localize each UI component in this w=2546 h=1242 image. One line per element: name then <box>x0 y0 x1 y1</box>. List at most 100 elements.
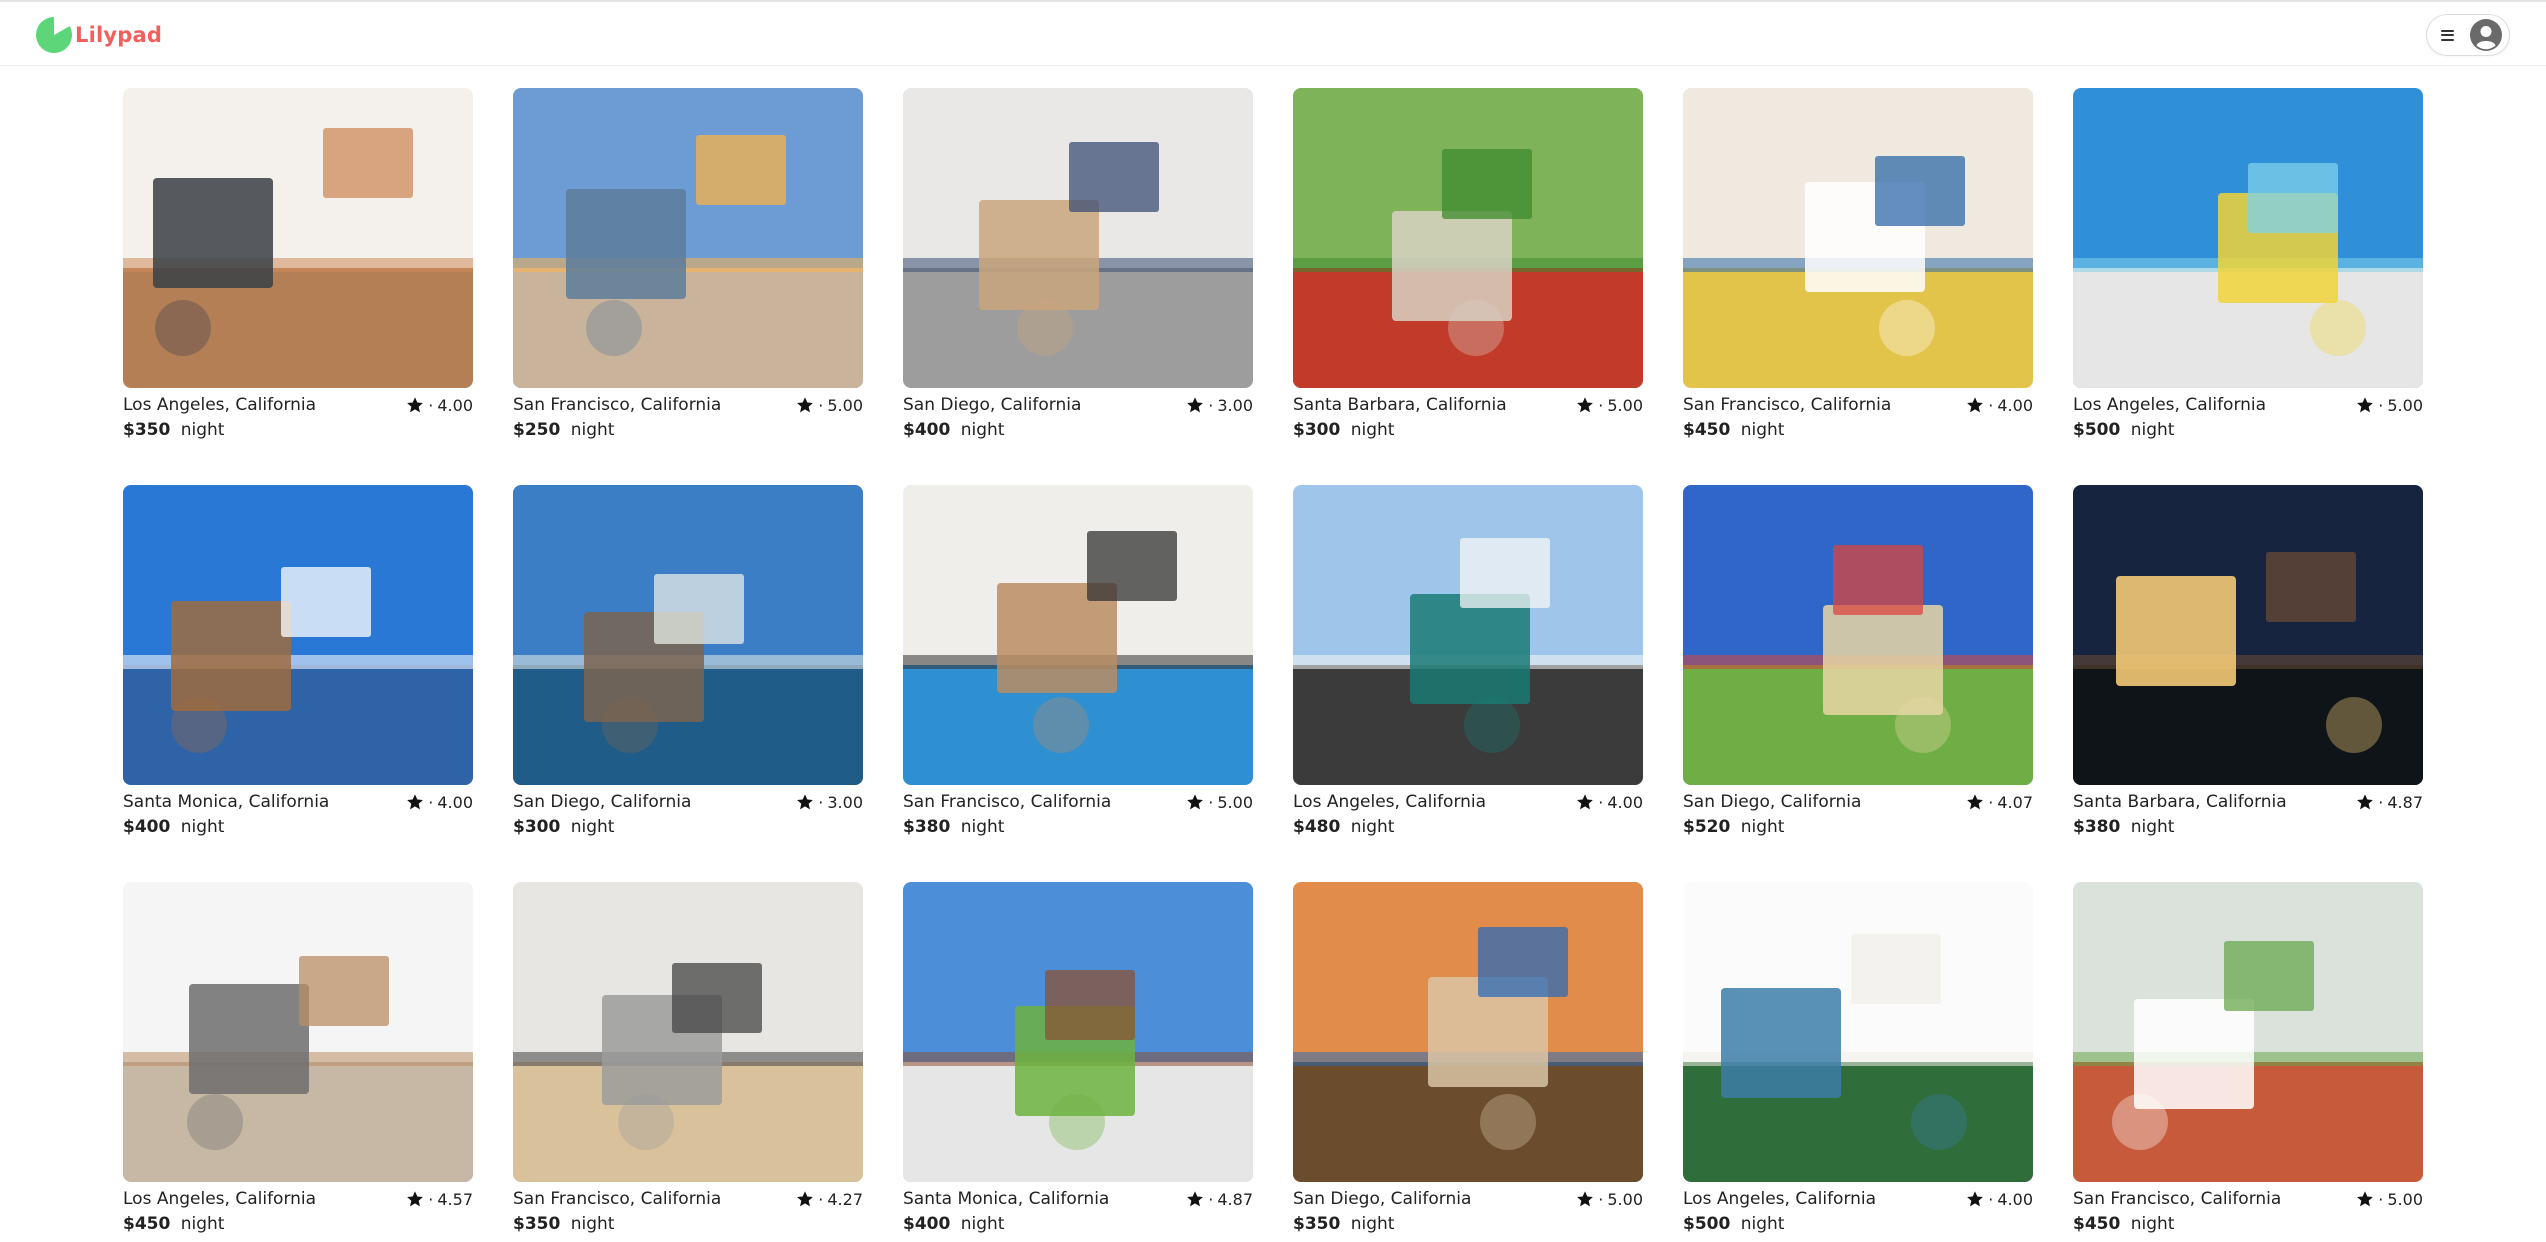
price-unit: night <box>960 420 1005 440</box>
listing-photo[interactable] <box>2073 88 2423 388</box>
listing-location: San Francisco, California <box>513 395 722 415</box>
rating-separator: · <box>1598 395 1604 415</box>
listing-card[interactable]: San Francisco, California · 5.00 $450 ni… <box>2073 882 2423 1242</box>
listings-grid: Los Angeles, California · 4.00 $350 nigh… <box>123 88 2423 1238</box>
listing-rating: · 4.27 <box>796 1190 863 1209</box>
rating-value: 5.00 <box>2387 395 2423 415</box>
listing-photo[interactable] <box>513 882 863 1182</box>
listing-price: $300 <box>513 817 561 837</box>
rating-value: 4.87 <box>1217 1189 1253 1209</box>
listing-rating: · 4.07 <box>1966 793 2033 812</box>
price-unit: night <box>1740 1214 1785 1234</box>
listing-photo[interactable] <box>903 485 1253 785</box>
listing-info: San Francisco, California · 5.00 <box>903 791 1253 813</box>
listing-card[interactable]: Los Angeles, California · 4.57 $450 nigh… <box>123 882 473 1242</box>
price-unit: night <box>1740 420 1785 440</box>
listing-photo[interactable] <box>903 882 1253 1182</box>
price-unit: night <box>570 817 615 837</box>
listing-rating: · 4.00 <box>406 396 473 415</box>
listing-price-row: $450 night <box>123 1214 224 1236</box>
listing-card[interactable]: Los Angeles, California · 4.00 $480 nigh… <box>1293 485 1643 845</box>
listing-rating: · 5.00 <box>1576 396 1643 415</box>
listing-price: $450 <box>123 1214 171 1234</box>
star-icon <box>2356 1190 2374 1208</box>
listing-price-row: $450 night <box>1683 420 1784 442</box>
listing-rating: · 4.00 <box>1576 793 1643 812</box>
star-icon <box>1576 1190 1594 1208</box>
listing-photo[interactable] <box>1683 882 2033 1182</box>
listing-info: San Francisco, California · 5.00 <box>513 394 863 416</box>
rating-value: 4.00 <box>1997 395 2033 415</box>
listing-card[interactable]: San Diego, California · 4.07 $520 night <box>1683 485 2033 845</box>
listing-price-row: $380 night <box>903 817 1004 839</box>
listing-price-row: $500 night <box>1683 1214 1784 1236</box>
listing-photo[interactable] <box>123 88 473 388</box>
listing-rating: · 5.00 <box>2356 1190 2423 1209</box>
rating-value: 5.00 <box>1607 1189 1643 1209</box>
listing-price-row: $520 night <box>1683 817 1784 839</box>
listing-card[interactable]: Santa Barbara, California · 5.00 $300 ni… <box>1293 88 1643 448</box>
listing-card[interactable]: San Francisco, California · 5.00 $250 ni… <box>513 88 863 448</box>
listing-location: Los Angeles, California <box>1683 1189 1877 1209</box>
rating-value: 4.00 <box>437 395 473 415</box>
listing-location: San Diego, California <box>1293 1189 1472 1209</box>
listing-photo[interactable] <box>1293 88 1643 388</box>
listing-price: $480 <box>1293 817 1341 837</box>
listing-photo[interactable] <box>513 88 863 388</box>
listing-location: San Diego, California <box>513 792 692 812</box>
hamburger-icon <box>2441 29 2454 41</box>
listing-photo[interactable] <box>1683 485 2033 785</box>
listing-photo[interactable] <box>1293 485 1643 785</box>
listing-card[interactable]: Los Angeles, California · 4.00 $350 nigh… <box>123 88 473 448</box>
listing-card[interactable]: San Francisco, California · 5.00 $380 ni… <box>903 485 1253 845</box>
listing-rating: · 3.00 <box>1186 396 1253 415</box>
listing-card[interactable]: San Diego, California · 3.00 $300 night <box>513 485 863 845</box>
listing-card[interactable]: San Francisco, California · 4.27 $350 ni… <box>513 882 863 1242</box>
listing-location: Los Angeles, California <box>123 395 317 415</box>
listing-price: $520 <box>1683 817 1731 837</box>
listing-card[interactable]: Los Angeles, California · 4.00 $500 nigh… <box>1683 882 2033 1242</box>
price-unit: night <box>2130 817 2175 837</box>
price-unit: night <box>1350 817 1395 837</box>
listing-rating: · 5.00 <box>2356 396 2423 415</box>
listing-price-row: $380 night <box>2073 817 2174 839</box>
listing-card[interactable]: Santa Monica, California · 4.00 $400 nig… <box>123 485 473 845</box>
rating-separator: · <box>1598 1189 1604 1209</box>
star-icon <box>1186 1190 1204 1208</box>
listing-photo[interactable] <box>2073 882 2423 1182</box>
rating-value: 4.57 <box>437 1189 473 1209</box>
listing-photo[interactable] <box>123 882 473 1182</box>
listing-info: San Diego, California · 4.07 <box>1683 791 2033 813</box>
brand-logo[interactable]: Lilypad <box>34 15 162 55</box>
listing-photo[interactable] <box>1293 882 1643 1182</box>
listing-info: San Diego, California · 3.00 <box>513 791 863 813</box>
listing-price-row: $500 night <box>2073 420 2174 442</box>
listing-card[interactable]: San Francisco, California · 4.00 $450 ni… <box>1683 88 2033 448</box>
user-menu-button[interactable] <box>2426 14 2510 56</box>
listing-card[interactable]: San Diego, California · 5.00 $350 night <box>1293 882 1643 1242</box>
listing-info: San Francisco, California · 5.00 <box>2073 1188 2423 1210</box>
listing-price-row: $300 night <box>513 817 614 839</box>
listing-rating: · 4.00 <box>1966 396 2033 415</box>
listing-card[interactable]: Los Angeles, California · 5.00 $500 nigh… <box>2073 88 2423 448</box>
star-icon <box>1966 396 1984 414</box>
listing-card[interactable]: Santa Monica, California · 4.87 $400 nig… <box>903 882 1253 1242</box>
listing-price: $350 <box>1293 1214 1341 1234</box>
listing-photo[interactable] <box>2073 485 2423 785</box>
listing-info: Los Angeles, California · 5.00 <box>2073 394 2423 416</box>
listing-price: $450 <box>1683 420 1731 440</box>
listing-photo[interactable] <box>123 485 473 785</box>
listing-location: Santa Monica, California <box>903 1189 1110 1209</box>
price-unit: night <box>180 817 225 837</box>
rating-separator: · <box>1208 395 1214 415</box>
listing-photo[interactable] <box>1683 88 2033 388</box>
listing-price-row: $300 night <box>1293 420 1394 442</box>
listing-price: $250 <box>513 420 561 440</box>
listing-photo[interactable] <box>903 88 1253 388</box>
listing-card[interactable]: San Diego, California · 3.00 $400 night <box>903 88 1253 448</box>
brand-name: Lilypad <box>75 23 163 47</box>
listing-photo[interactable] <box>513 485 863 785</box>
listing-rating: · 4.00 <box>406 793 473 812</box>
listing-card[interactable]: Santa Barbara, California · 4.87 $380 ni… <box>2073 485 2423 845</box>
rating-value: 4.87 <box>2387 792 2423 812</box>
